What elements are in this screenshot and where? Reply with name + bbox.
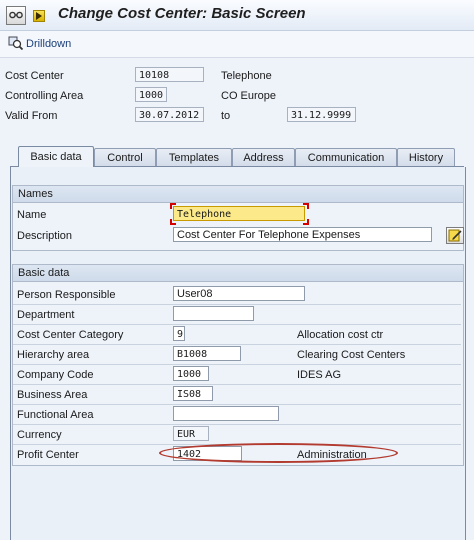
department-label: Department [17,309,75,321]
focus-corner [303,219,309,225]
glasses-icon[interactable] [6,6,26,25]
hierarchy-area-field[interactable]: B1008 [173,346,241,361]
description-label: Description [17,230,73,242]
tab-history[interactable]: History [397,148,455,166]
company-code-field[interactable]: 1000 [173,366,209,381]
business-area-label: Business Area [17,389,88,401]
row-divider [13,424,461,425]
controlling-area-description: CO Europe [221,90,277,102]
hierarchy-area-description: Clearing Cost Centers [297,349,406,361]
cost-center-category-label: Cost Center Category [17,329,124,341]
currency-label: Currency [17,429,62,441]
department-field[interactable] [173,306,254,321]
row-divider [13,304,461,305]
person-responsible-field[interactable]: User08 [173,286,305,301]
focus-corner [170,203,176,209]
cost-center-description: Telephone [221,70,272,82]
row-divider [13,344,461,345]
drilldown-icon[interactable] [8,36,24,51]
row-divider [13,324,461,325]
company-code-label: Company Code [17,369,94,381]
focus-corner [170,219,176,225]
drilldown-button[interactable]: Drilldown [26,38,71,50]
page-title: Change Cost Center: Basic Screen [58,5,306,22]
tab-communication[interactable]: Communication [295,148,397,166]
dropdown-arrow-icon[interactable] [33,10,45,22]
valid-to-label: to [221,110,231,122]
valid-to-field[interactable]: 31.12.9999 [287,107,356,122]
company-code-description: IDES AG [297,369,342,381]
valid-from-field[interactable]: 30.07.2012 [135,107,204,122]
hierarchy-area-label: Hierarchy area [17,349,90,361]
focus-corner [303,203,309,209]
tab-templates[interactable]: Templates [156,148,232,166]
currency-field[interactable]: EUR [173,426,209,441]
description-field[interactable]: Cost Center For Telephone Expenses [173,227,432,242]
tab-address[interactable]: Address [232,148,295,166]
tab-basic-data[interactable]: Basic data [18,146,94,167]
name-field[interactable]: Telephone [173,206,305,221]
row-divider [13,404,461,405]
row-divider [13,364,461,365]
business-area-field[interactable]: IS08 [173,386,213,401]
row-divider [13,384,461,385]
cost-center-label: Cost Center [5,70,64,82]
controlling-area-label: Controlling Area [5,90,84,102]
person-responsible-label: Person Responsible [17,289,116,301]
functional-area-field[interactable] [173,406,279,421]
basic-data-group-title: Basic data [13,265,463,282]
valid-from-label: Valid From [5,110,58,122]
cost-center-category-field[interactable]: 9 [173,326,185,341]
functional-area-label: Functional Area [17,409,94,421]
controlling-area-field[interactable]: 1000 [135,87,167,102]
names-group-title: Names [13,186,463,203]
annotation-ellipse [159,443,398,463]
cost-center-field[interactable]: 10108 [135,67,204,82]
tab-control[interactable]: Control [94,148,156,166]
cost-center-category-description: Allocation cost ctr [297,329,384,341]
name-label: Name [17,209,47,221]
profit-center-label: Profit Center [17,449,79,461]
edit-note-icon[interactable] [446,227,464,244]
